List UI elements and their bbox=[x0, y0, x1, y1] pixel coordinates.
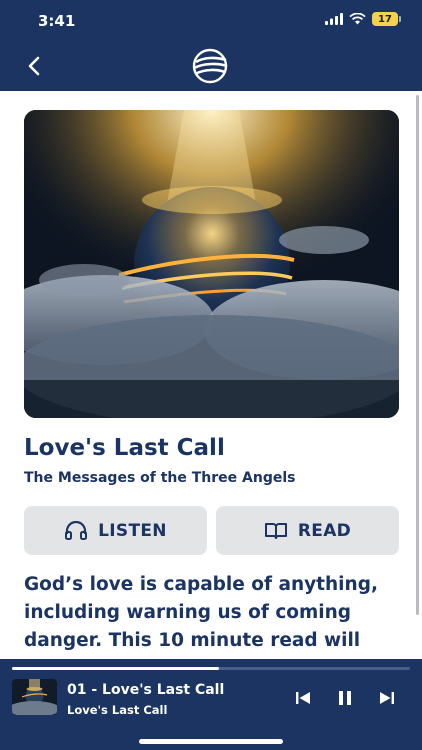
skip-forward-icon bbox=[380, 692, 394, 704]
hero-image bbox=[24, 110, 399, 418]
skip-back-icon bbox=[296, 692, 310, 704]
playback-progress-fill bbox=[12, 667, 219, 670]
pause-button[interactable] bbox=[334, 687, 356, 709]
globe-logo-icon bbox=[192, 48, 228, 84]
track-subtitle: Love's Last Call bbox=[67, 703, 168, 717]
status-time: 3:41 bbox=[38, 12, 76, 30]
home-indicator[interactable] bbox=[139, 739, 283, 744]
scrollbar[interactable] bbox=[416, 95, 419, 615]
main-content[interactable]: Love's Last Call The Messages of the Thr… bbox=[0, 91, 422, 659]
battery-icon: 17 bbox=[372, 12, 401, 26]
app-screen: 3:41 17 Love's Last Call The Messages of… bbox=[0, 0, 422, 750]
wifi-icon bbox=[349, 13, 366, 25]
listen-button[interactable]: LISTEN bbox=[24, 506, 207, 555]
pause-icon bbox=[339, 691, 351, 705]
headphones-icon bbox=[65, 520, 88, 540]
playback-progress[interactable] bbox=[12, 667, 410, 670]
track-thumbnail bbox=[12, 679, 57, 715]
status-icons: 17 bbox=[325, 12, 401, 26]
article-body: God’s love is capable of anything, inclu… bbox=[24, 574, 378, 651]
globe-in-clouds-illustration bbox=[24, 110, 399, 418]
read-label: READ bbox=[297, 520, 352, 541]
next-track-button[interactable] bbox=[376, 687, 398, 709]
chevron-left-icon bbox=[28, 56, 40, 76]
previous-track-button[interactable] bbox=[292, 687, 314, 709]
page-subtitle: The Messages of the Three Angels bbox=[24, 470, 296, 486]
page-title: Love's Last Call bbox=[24, 435, 225, 461]
read-button[interactable]: READ bbox=[216, 506, 399, 555]
battery-level: 17 bbox=[378, 13, 392, 25]
top-bar: 3:41 17 bbox=[0, 0, 422, 91]
mini-player[interactable]: 01 - Love's Last Call Love's Last Call bbox=[0, 659, 422, 750]
track-title: 01 - Love's Last Call bbox=[67, 682, 225, 698]
signal-icon bbox=[325, 13, 343, 25]
open-book-icon bbox=[264, 522, 287, 539]
listen-label: LISTEN bbox=[98, 520, 167, 541]
back-button[interactable] bbox=[20, 52, 48, 80]
